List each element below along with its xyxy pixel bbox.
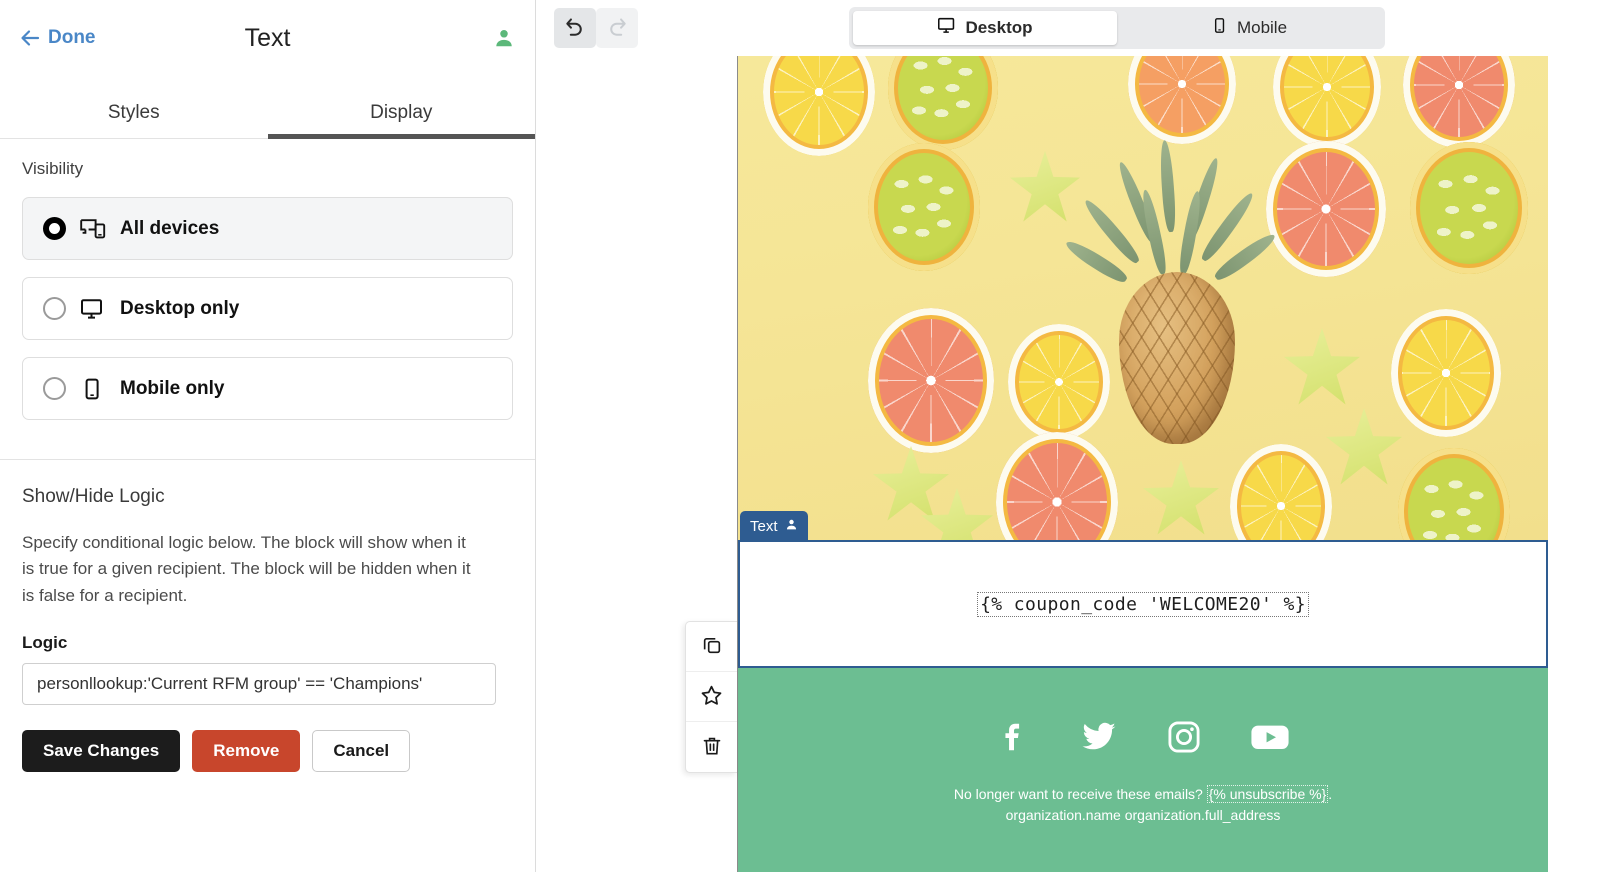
unsubscribe-prefix: No longer want to receive these emails?: [953, 785, 1207, 802]
fruit-lemon-slice: [763, 56, 875, 156]
fruit-kiwano-slice: [868, 143, 980, 271]
preview-mode-desktop-label: Desktop: [965, 18, 1033, 37]
editor-toolbar: Desktop Mobile: [536, 0, 1600, 56]
preview-mode-toggle: Desktop Mobile: [849, 7, 1385, 49]
visibility-label-mobile-only: Mobile only: [120, 377, 225, 399]
unsubscribe-token[interactable]: {% unsubscribe %}: [1206, 784, 1329, 803]
redo-icon: [606, 16, 628, 41]
duplicate-block-button[interactable]: [686, 622, 737, 672]
person-icon[interactable]: [493, 27, 515, 49]
favorite-block-button[interactable]: [686, 672, 737, 722]
desktop-mobile-icon: [80, 218, 106, 240]
visibility-option-mobile-only[interactable]: Mobile only: [22, 357, 513, 420]
fruit-grapefruit-slice: [996, 432, 1118, 540]
selected-text-block[interactable]: Text {% coupon_code 'WELCOME20' %}: [738, 511, 1548, 668]
radio-desktop-only[interactable]: [43, 297, 66, 320]
done-button[interactable]: Done: [20, 27, 96, 49]
tab-styles[interactable]: Styles: [0, 76, 268, 138]
preview-panel: Desktop Mobile Text {% coupon_code 'WELC…: [536, 0, 1600, 872]
fruit-lemon-slice: [1391, 309, 1501, 437]
visibility-label-all-devices: All devices: [120, 217, 220, 239]
facebook-icon[interactable]: [996, 719, 1032, 760]
visibility-option-desktop-only[interactable]: Desktop only: [22, 277, 513, 340]
undo-button[interactable]: [554, 8, 596, 48]
duplicate-icon: [701, 634, 723, 659]
fruit-kiwano-slice: [888, 56, 998, 150]
fruit-lemon-slice: [1008, 324, 1110, 440]
social-icons-row: [996, 719, 1290, 760]
block-toolbar: [685, 621, 737, 773]
mobile-icon: [1211, 17, 1228, 39]
star-icon: [700, 684, 723, 710]
email-document: Text {% coupon_code 'WELCOME20' %} No lo…: [737, 56, 1548, 872]
delete-block-button[interactable]: [686, 722, 737, 772]
preview-mode-mobile[interactable]: Mobile: [1117, 11, 1381, 45]
cancel-button[interactable]: Cancel: [312, 730, 411, 773]
logic-actions: Save Changes Remove Cancel: [22, 730, 513, 773]
logic-section-title: Show/Hide Logic: [22, 486, 165, 507]
settings-body: Visibility All devices Desktop only Mobi…: [0, 139, 535, 872]
logic-description: Specify conditional logic below. The blo…: [22, 533, 471, 605]
fruit-grapefruit-slice: [1403, 56, 1515, 148]
visibility-section: Visibility All devices Desktop only Mobi…: [0, 139, 535, 460]
done-label: Done: [48, 27, 96, 48]
radio-all-devices[interactable]: [43, 217, 66, 240]
youtube-icon[interactable]: [1250, 720, 1290, 759]
email-canvas: Text {% coupon_code 'WELCOME20' %} No lo…: [536, 56, 1600, 872]
desktop-icon: [937, 17, 956, 39]
fruit-lemon-slice: [1273, 56, 1381, 148]
fruit-grapefruit-slice: [1266, 141, 1386, 277]
fruit-orange-slice: [1128, 56, 1236, 144]
logic-input[interactable]: [22, 663, 496, 706]
preview-mode-desktop[interactable]: Desktop: [853, 11, 1117, 45]
fruit-starfruit: [1326, 408, 1402, 485]
fruit-starfruit: [1143, 460, 1219, 535]
block-type-tag: Text: [740, 511, 808, 542]
panel-header: Done Text: [0, 0, 535, 76]
organization-line: organization.name organization.full_addr…: [1005, 806, 1281, 823]
radio-mobile-only[interactable]: [43, 377, 66, 400]
email-footer-block[interactable]: No longer want to receive these emails? …: [738, 668, 1548, 872]
mobile-icon: [80, 378, 106, 400]
redo-button[interactable]: [596, 8, 638, 48]
fruit-kiwano-slice: [1398, 448, 1510, 540]
fruit-starfruit: [1010, 151, 1080, 222]
show-hide-logic-section: Show/Hide Logic Specify conditional logi…: [0, 460, 535, 796]
tab-display[interactable]: Display: [267, 76, 536, 139]
fruit-starfruit: [873, 446, 949, 521]
preview-mode-mobile-label: Mobile: [1236, 18, 1288, 37]
visibility-label-desktop-only: Desktop only: [120, 297, 240, 319]
unsubscribe-suffix: .: [1328, 785, 1333, 802]
email-editor-app: Done Text Styles Display Visibility All …: [0, 0, 1600, 872]
save-changes-button[interactable]: Save Changes: [22, 730, 181, 773]
undo-icon: [564, 16, 586, 41]
person-icon: [785, 518, 798, 535]
desktop-icon: [80, 298, 106, 320]
visibility-label: Visibility: [22, 159, 84, 178]
back-arrow-icon: [20, 29, 40, 47]
settings-panel: Done Text Styles Display Visibility All …: [0, 0, 536, 872]
fruit-starfruit: [1284, 328, 1360, 405]
fruit-kiwano-slice: [1410, 142, 1528, 274]
instagram-icon[interactable]: [1166, 719, 1202, 760]
block-tag-label: Text: [750, 518, 778, 535]
hero-image-block[interactable]: [738, 56, 1548, 540]
remove-button[interactable]: Remove: [192, 730, 301, 773]
fruit-lemon-slice: [1230, 444, 1332, 540]
logic-field-label: Logic: [22, 633, 68, 653]
coupon-code-token[interactable]: {% coupon_code 'WELCOME20' %}: [977, 591, 1309, 617]
twitter-icon[interactable]: [1080, 719, 1118, 760]
trash-icon: [701, 735, 723, 760]
footer-text: No longer want to receive these emails? …: [954, 784, 1332, 826]
fruit-pineapple: [1062, 139, 1279, 444]
fruit-grapefruit-slice: [868, 308, 994, 453]
visibility-option-all-devices[interactable]: All devices: [22, 197, 513, 260]
settings-tabs: Styles Display: [0, 76, 535, 139]
